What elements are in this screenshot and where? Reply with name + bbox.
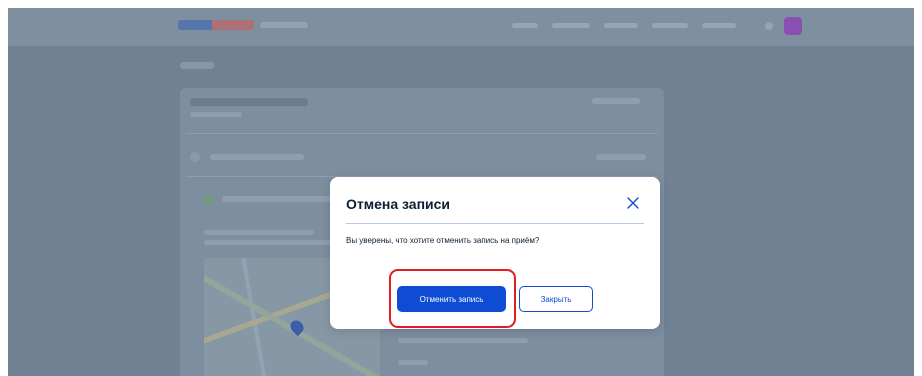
background-nav-item (552, 23, 590, 28)
dialog-message: Вы уверены, что хотите отменить запись н… (346, 236, 540, 245)
background-status-icon (190, 152, 200, 162)
cancel-appointment-button[interactable]: Отменить запись (397, 286, 506, 312)
background-info-text (222, 196, 338, 202)
background-nav-item (702, 23, 736, 28)
background-card-link (592, 98, 640, 104)
background-search-icon (765, 22, 773, 30)
close-dialog-button[interactable]: Закрыть (519, 286, 593, 312)
background-card-title (190, 98, 308, 106)
background-nav-item (604, 23, 638, 28)
dialog-divider (346, 223, 644, 224)
background-location (260, 22, 308, 28)
background-card-subtitle (190, 112, 242, 117)
background-status-date (596, 154, 646, 160)
background-info-icon (204, 194, 214, 204)
dialog-title: Отмена записи (346, 196, 451, 212)
close-icon[interactable] (625, 195, 641, 211)
background-details-line (398, 360, 428, 365)
background-avatar (784, 17, 802, 35)
background-address-line (204, 240, 338, 245)
background-address-line (204, 230, 314, 235)
background-status-text (210, 154, 304, 160)
background-divider (186, 133, 658, 134)
background-header (8, 8, 914, 46)
background-logo (178, 20, 254, 30)
background-back-link (180, 62, 214, 69)
cancel-appointment-dialog: Отмена записи Вы уверены, что хотите отм… (330, 177, 660, 329)
background-nav-item (512, 23, 538, 28)
background-details-line (398, 338, 528, 343)
background-nav-item (652, 23, 688, 28)
